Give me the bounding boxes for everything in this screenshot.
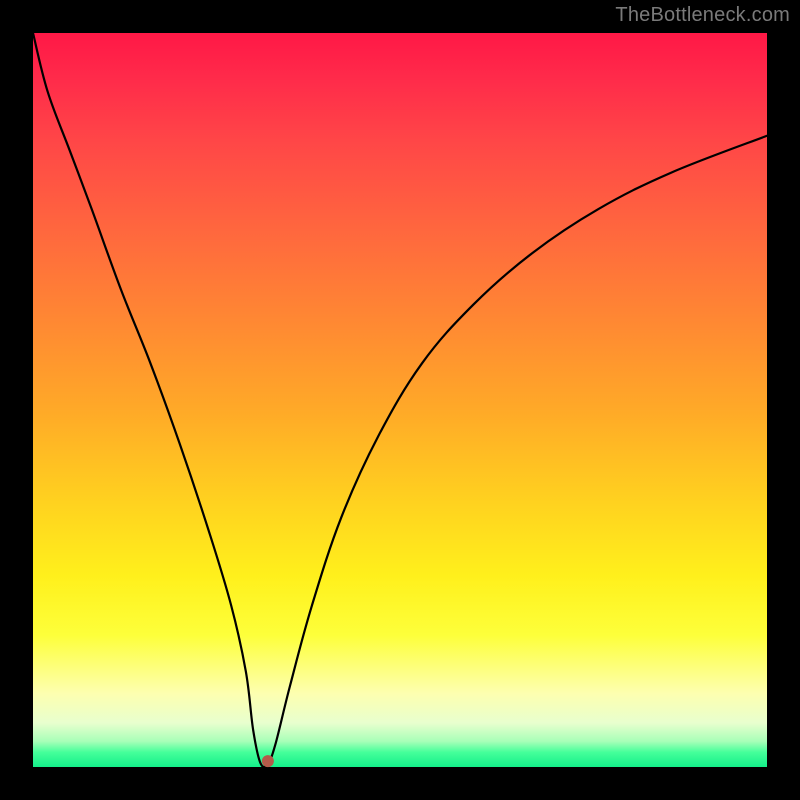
minimum-marker	[262, 755, 274, 767]
plot-area	[33, 33, 767, 767]
attribution-watermark: TheBottleneck.com	[615, 4, 790, 27]
chart-stage: TheBottleneck.com	[0, 0, 800, 800]
curve-layer	[33, 33, 767, 767]
bottleneck-curve	[33, 33, 767, 767]
